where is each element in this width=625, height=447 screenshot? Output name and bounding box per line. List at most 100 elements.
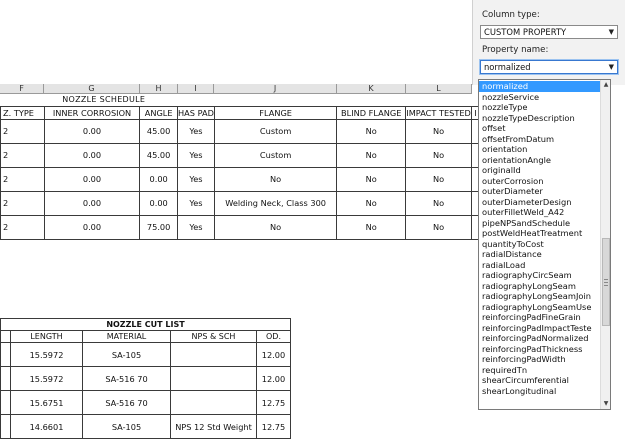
schedule-cell[interactable]: No xyxy=(336,118,407,144)
schedule-cell[interactable]: No xyxy=(336,166,407,192)
schedule-cell[interactable]: Yes xyxy=(177,118,215,144)
column-header-h[interactable]: H xyxy=(140,84,178,94)
schedule-cell[interactable]: Yes xyxy=(177,190,215,216)
dropdown-option[interactable]: orientation xyxy=(479,144,601,155)
cut-list-cell[interactable]: SA-105 xyxy=(82,342,171,367)
cut-list-header-cell[interactable]: LENGTH xyxy=(10,330,83,343)
cut-list-cell[interactable]: 15.6751 xyxy=(10,390,83,415)
schedule-cell[interactable]: 2 xyxy=(0,214,45,240)
cut-list-cell[interactable]: 12.75 xyxy=(256,390,291,415)
dropdown-option[interactable]: radiographyLongSeam xyxy=(479,281,601,292)
schedule-cell[interactable]: Custom xyxy=(213,118,338,144)
cut-list-cell[interactable]: 12.00 xyxy=(256,342,291,367)
schedule-header-cell[interactable]: Z. TYPE xyxy=(0,105,45,120)
dropdown-scrollbar[interactable]: ▲ ▼ xyxy=(600,80,610,409)
dropdown-option[interactable]: outerDiameter xyxy=(479,186,601,197)
column-header-k[interactable]: K xyxy=(337,84,406,94)
scroll-up-icon[interactable]: ▲ xyxy=(601,80,610,90)
dropdown-option[interactable]: radialDistance xyxy=(479,249,601,260)
dropdown-option[interactable]: radiographyLongSeamUse xyxy=(479,302,601,313)
cut-list-cell[interactable] xyxy=(170,366,257,391)
schedule-cell[interactable]: 45.00 xyxy=(139,142,179,168)
schedule-cell[interactable]: No xyxy=(405,190,473,216)
column-header-f[interactable]: F xyxy=(0,84,44,94)
dropdown-option[interactable]: normalized xyxy=(479,81,601,92)
cut-list-cell[interactable]: SA-516 70 xyxy=(82,390,171,415)
dropdown-arrow-icon[interactable]: ▼ xyxy=(609,61,614,74)
schedule-cell[interactable]: 0.00 xyxy=(43,190,141,216)
dropdown-option[interactable]: requiredTn xyxy=(479,365,601,376)
schedule-cell[interactable]: No xyxy=(336,214,407,240)
dropdown-option[interactable]: reinforcingPadWidth xyxy=(479,354,601,365)
dropdown-arrow-icon[interactable]: ▼ xyxy=(609,26,614,39)
dropdown-option[interactable]: orientationAngle xyxy=(479,155,601,166)
schedule-cell[interactable]: Welding Neck, Class 300 xyxy=(213,190,338,216)
schedule-cell[interactable]: No xyxy=(336,190,407,216)
column-header-j[interactable]: J xyxy=(214,84,337,94)
dropdown-option[interactable]: reinforcingPadImpactTeste xyxy=(479,323,601,334)
schedule-cell[interactable]: No xyxy=(336,142,407,168)
schedule-cell[interactable]: No xyxy=(213,214,338,240)
cut-list-cell[interactable] xyxy=(170,342,257,367)
schedule-header-cell[interactable]: HAS PAD xyxy=(177,105,215,120)
dropdown-option[interactable]: outerFilletWeld_A42 xyxy=(479,207,601,218)
schedule-cell[interactable]: 0.00 xyxy=(139,166,179,192)
schedule-header-cell[interactable]: BLIND FLANGE xyxy=(336,105,407,120)
dropdown-option[interactable]: reinforcingPadFineGrain xyxy=(479,312,601,323)
schedule-cell[interactable]: No xyxy=(405,142,473,168)
cut-list-cell[interactable]: NPS 12 Std Weight xyxy=(170,414,257,439)
cut-list-cell[interactable]: 12.75 xyxy=(256,414,291,439)
cut-list-cell[interactable] xyxy=(170,390,257,415)
column-header-i[interactable]: I xyxy=(178,84,214,94)
cut-list-cell[interactable]: 15.5972 xyxy=(10,342,83,367)
dropdown-option[interactable]: nozzleService xyxy=(479,92,601,103)
cut-list-cell[interactable]: 12.00 xyxy=(256,366,291,391)
schedule-cell[interactable]: No xyxy=(405,214,473,240)
column-header-l[interactable]: L xyxy=(406,84,472,94)
dropdown-option[interactable]: outerCorrosion xyxy=(479,176,601,187)
dropdown-option[interactable]: radialLoad xyxy=(479,260,601,271)
schedule-cell[interactable]: 0.00 xyxy=(43,166,141,192)
dropdown-option[interactable]: reinforcingPadNormalized xyxy=(479,333,601,344)
cut-list-header-cell[interactable]: NPS & SCH xyxy=(170,330,257,343)
dropdown-option[interactable]: postWeldHeatTreatment xyxy=(479,228,601,239)
schedule-header-cell[interactable]: IMPACT TESTED xyxy=(405,105,473,120)
dropdown-option[interactable]: quantityToCost xyxy=(479,239,601,250)
cut-list-cell[interactable] xyxy=(0,390,11,415)
dropdown-option[interactable]: shearCircumferential xyxy=(479,375,601,386)
schedule-cell[interactable]: No xyxy=(213,166,338,192)
cut-list-header-cell[interactable]: OD. xyxy=(256,330,291,343)
property-name-dropdown-list[interactable]: normalized nozzleService nozzleType nozzleT… xyxy=(478,79,611,410)
schedule-cell[interactable]: No xyxy=(405,166,473,192)
cut-list-header-cell[interactable] xyxy=(0,330,11,343)
column-header-g[interactable]: G xyxy=(44,84,140,94)
column-type-select[interactable]: CUSTOM PROPERTY ▼ xyxy=(480,25,618,39)
schedule-cell[interactable]: 45.00 xyxy=(139,118,179,144)
scrollbar-thumb[interactable] xyxy=(602,238,610,326)
cut-list-cell[interactable]: 14.6601 xyxy=(10,414,83,439)
dropdown-option[interactable]: shearLongitudinal xyxy=(479,386,601,397)
schedule-cell[interactable]: Custom xyxy=(213,142,338,168)
scroll-down-icon[interactable]: ▼ xyxy=(601,399,610,409)
property-name-select[interactable]: normalized ▼ xyxy=(480,60,618,74)
cut-list-cell[interactable]: SA-516 70 xyxy=(82,366,171,391)
dropdown-option[interactable]: pipeNPSandSchedule xyxy=(479,218,601,229)
dropdown-option[interactable]: radiographyCircSeam xyxy=(479,270,601,281)
schedule-header-cell[interactable]: FLANGE xyxy=(213,105,338,120)
dropdown-option[interactable]: nozzleTypeDescription xyxy=(479,113,601,124)
schedule-cell[interactable]: 0.00 xyxy=(43,118,141,144)
dropdown-option[interactable]: nozzleType xyxy=(479,102,601,113)
dropdown-option[interactable]: offset xyxy=(479,123,601,134)
cut-list-cell[interactable]: 15.5972 xyxy=(10,366,83,391)
cut-list-cell[interactable] xyxy=(0,342,11,367)
dropdown-option[interactable]: originalId xyxy=(479,165,601,176)
dropdown-option[interactable]: outerDiameterDesign xyxy=(479,197,601,208)
schedule-header-cell[interactable]: ANGLE xyxy=(139,105,179,120)
cut-list-header-cell[interactable]: MATERIAL xyxy=(82,330,171,343)
schedule-cell[interactable]: 0.00 xyxy=(43,214,141,240)
schedule-cell[interactable]: 2 xyxy=(0,142,45,168)
schedule-cell[interactable]: Yes xyxy=(177,214,215,240)
schedule-header-cell[interactable]: INNER CORROSION xyxy=(43,105,141,120)
schedule-cell[interactable]: 2 xyxy=(0,166,45,192)
schedule-cell[interactable]: 75.00 xyxy=(139,214,179,240)
